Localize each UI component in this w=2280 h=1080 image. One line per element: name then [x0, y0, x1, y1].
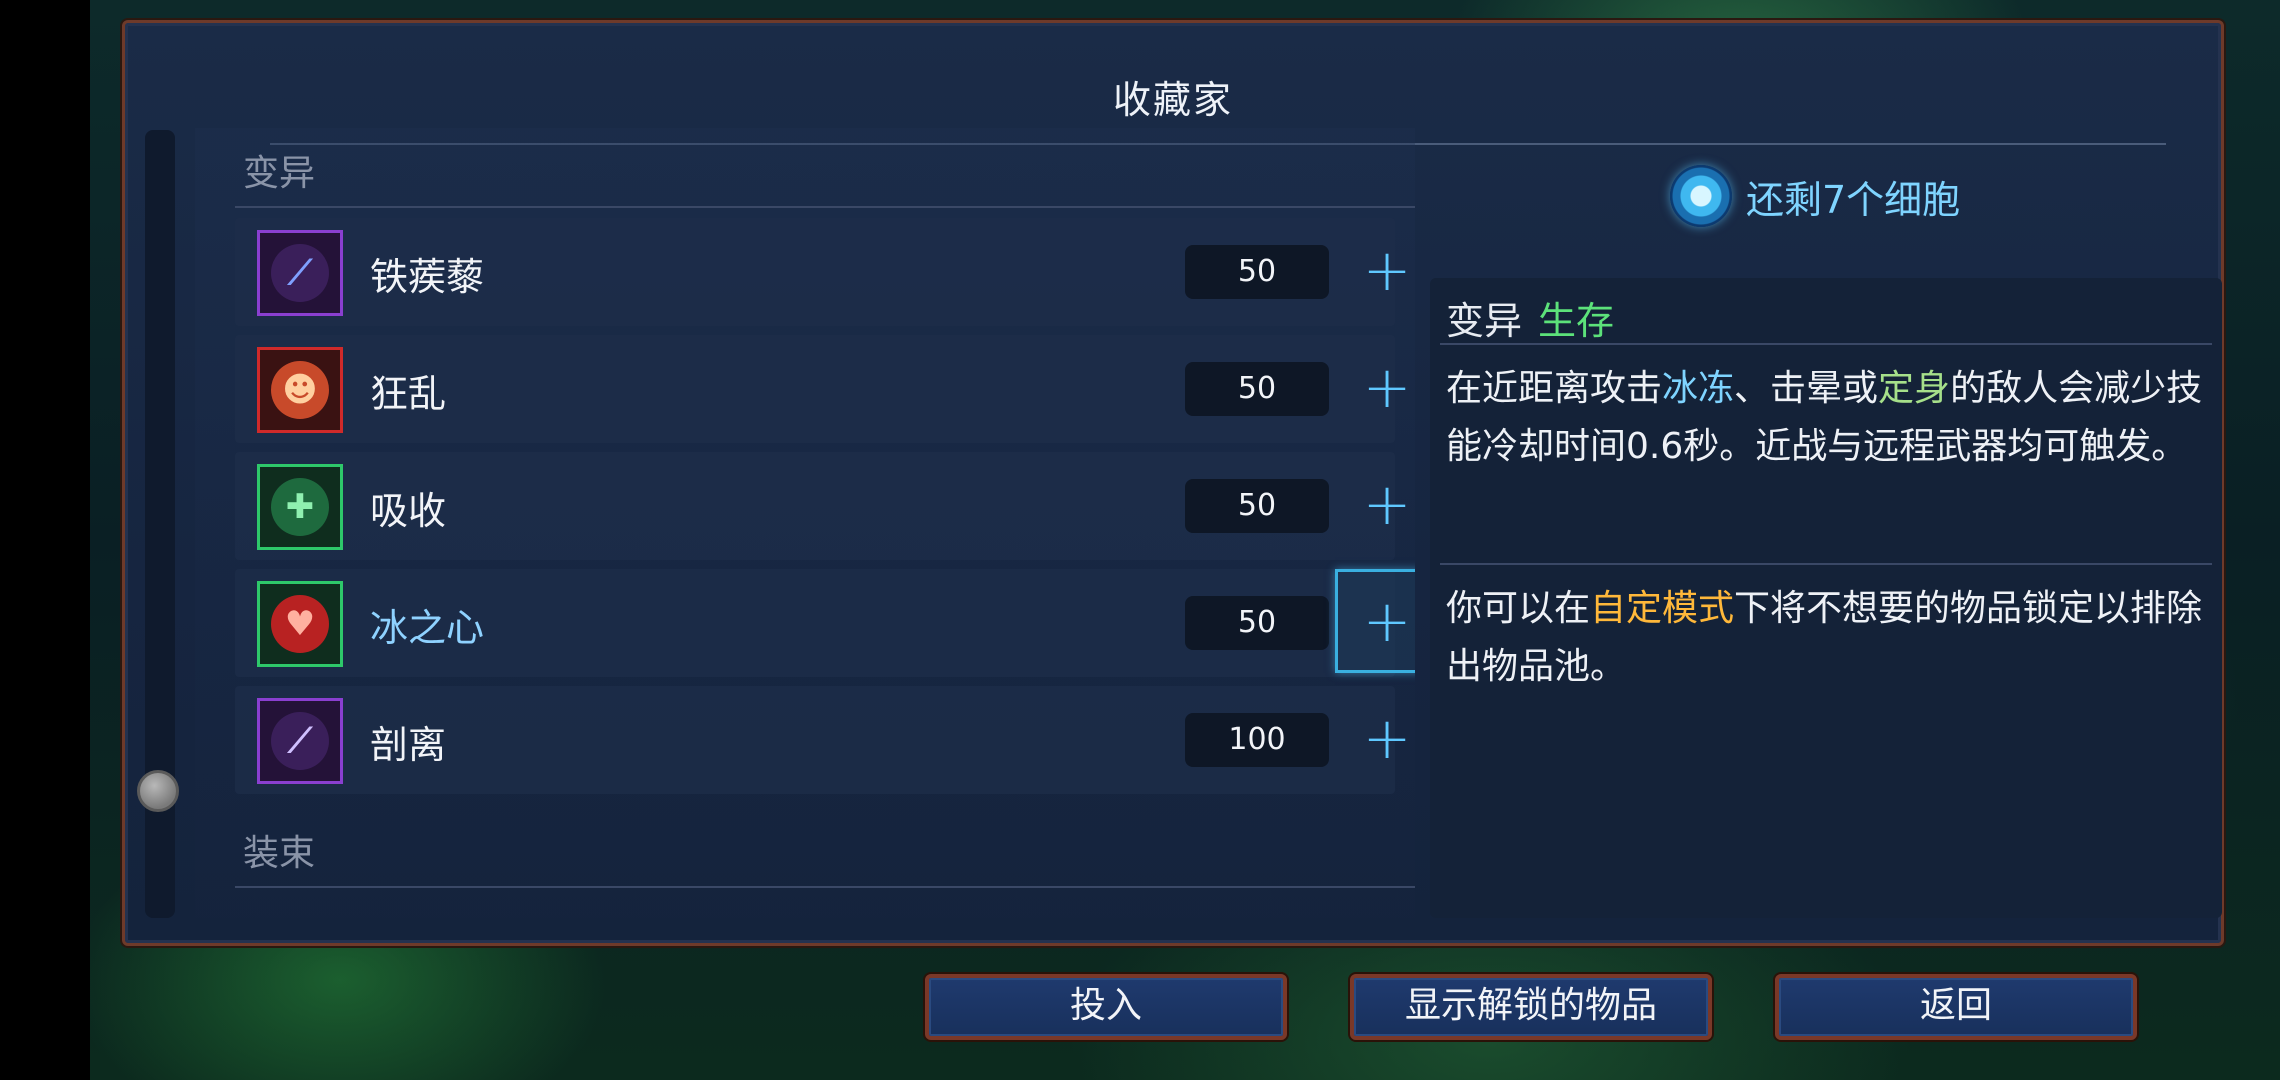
- back-button[interactable]: 返回: [1775, 974, 2137, 1040]
- item-name: 铁蒺藜: [370, 255, 485, 299]
- show-unlocked-button[interactable]: 显示解锁的物品: [1350, 974, 1712, 1040]
- detail-tip: 你可以在自定模式下将不想要的物品锁定以排除出物品池。: [1446, 588, 2203, 687]
- cells-remaining: 还剩7个细胞: [1670, 165, 1960, 227]
- section-divider: [235, 206, 1415, 208]
- list-item[interactable]: ✚ 吸收 50 +: [235, 452, 1411, 560]
- detail-category: 变异: [1446, 299, 1523, 343]
- keyword-freeze: 冰冻: [1662, 368, 1735, 409]
- item-detail-panel: 变异 生存 在近距离攻击冰冻、击晕或定身的敌人会减少技能冷却时间0.6秒。近战与远…: [1430, 278, 2222, 918]
- dissection-icon: ⟋: [257, 698, 343, 784]
- list-item[interactable]: ⟋ 剖离 100 +: [235, 686, 1411, 794]
- cells-remaining-text: 还剩7个细胞: [1746, 177, 1961, 222]
- keyword-custom-mode: 自定模式: [1590, 588, 1735, 629]
- invest-plus-button[interactable]: +: [1335, 452, 1415, 556]
- invest-plus-button[interactable]: +: [1335, 569, 1415, 673]
- item-name: 吸收: [370, 489, 447, 533]
- section-label-mutations: 变异: [243, 153, 316, 194]
- frenzy-icon: ☻: [257, 347, 343, 433]
- keyword-root: 定身: [1878, 368, 1951, 409]
- invest-plus-button[interactable]: +: [1335, 335, 1415, 439]
- invest-plus-button[interactable]: +: [1335, 686, 1415, 790]
- item-cost: 50: [1185, 245, 1329, 299]
- detail-divider: [1440, 563, 2212, 565]
- left-black-bar: [0, 0, 90, 1080]
- item-cost: 50: [1185, 479, 1329, 533]
- panel-title: 收藏家: [1112, 78, 1233, 122]
- detail-divider: [1440, 343, 2212, 345]
- cell-icon: [1670, 165, 1732, 227]
- list-item-selected[interactable]: ♥ 冰之心 50 +: [235, 569, 1415, 677]
- ice-heart-icon: ♥: [257, 581, 343, 667]
- item-name: 剖离: [370, 723, 447, 767]
- absorption-icon: ✚: [257, 464, 343, 550]
- section-divider: [235, 886, 1415, 888]
- list-item[interactable]: ☻ 狂乱 50 +: [235, 335, 1411, 443]
- item-list: 变异 ⟋ 铁蒺藜 50 + ☻ 狂乱 50 + ✚ 吸收 50 + ♥ 冰之心 …: [195, 128, 1415, 918]
- item-cost: 50: [1185, 596, 1329, 650]
- invest-button[interactable]: 投入: [925, 974, 1287, 1040]
- caltrops-icon: ⟋: [257, 230, 343, 316]
- invest-plus-button[interactable]: +: [1335, 218, 1415, 322]
- scroll-thumb[interactable]: [137, 770, 179, 812]
- detail-header: 变异 生存: [1446, 290, 1614, 345]
- section-label-outfits: 装束: [243, 833, 316, 874]
- item-name: 狂乱: [370, 372, 447, 416]
- item-name: 冰之心: [370, 606, 485, 650]
- item-cost: 50: [1185, 362, 1329, 416]
- detail-tag: 生存: [1538, 299, 1615, 343]
- detail-description: 在近距离攻击冰冻、击晕或定身的敌人会减少技能冷却时间0.6秒。近战与远程武器均可…: [1446, 368, 2203, 467]
- list-item[interactable]: ⟋ 铁蒺藜 50 +: [235, 218, 1411, 326]
- item-cost: 100: [1185, 713, 1329, 767]
